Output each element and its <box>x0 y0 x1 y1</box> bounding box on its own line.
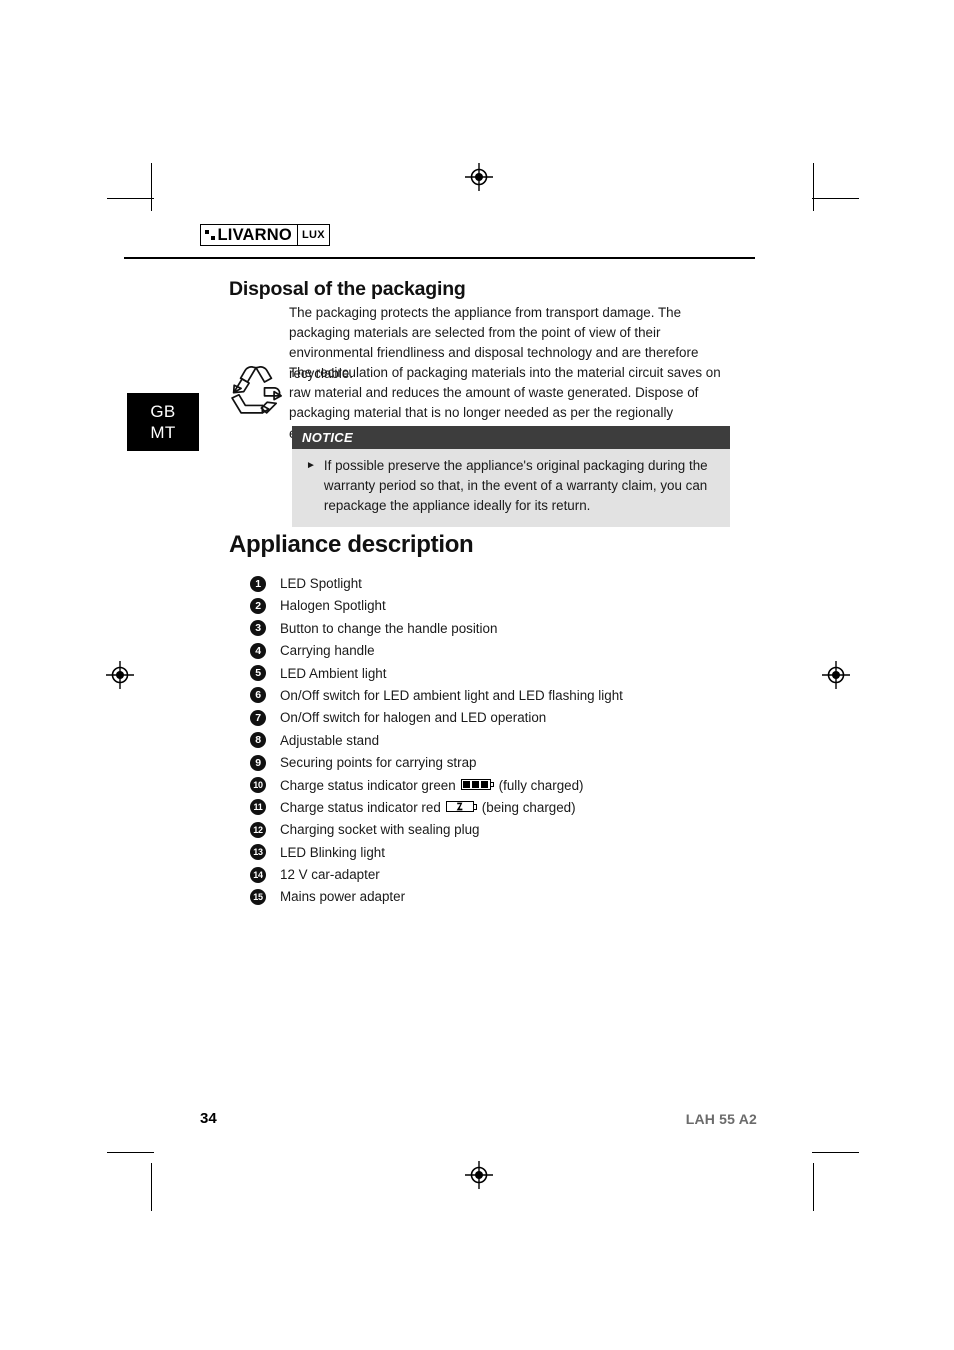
part-label-suffix: (fully charged) <box>498 777 584 793</box>
notice-body: ► If possible preserve the appliance's o… <box>292 449 730 527</box>
list-item: 2 Halogen Spotlight <box>250 595 750 617</box>
part-label: 12 V car-adapter <box>280 867 380 883</box>
language-tab: GB MT <box>127 393 199 451</box>
brand-logo: LIVARNO LUX <box>200 224 330 246</box>
part-number-badge: 5 <box>250 665 266 682</box>
list-item: 3 Button to change the handle position <box>250 618 750 640</box>
part-label: LED Blinking light <box>280 844 385 860</box>
part-number-badge: 6 <box>250 687 266 704</box>
battery-full-icon <box>460 779 494 791</box>
list-item: 7 On/Off switch for halogen and LED oper… <box>250 707 750 729</box>
part-label: Adjustable stand <box>280 732 380 748</box>
recycling-mobius-loop-icon <box>231 366 282 414</box>
part-number-badge: 14 <box>250 866 266 883</box>
part-number-badge: 13 <box>250 844 266 861</box>
part-number-badge: 3 <box>250 620 266 637</box>
part-label: On/Off switch for LED ambient light and … <box>280 687 623 703</box>
notice-box: NOTICE ► If possible preserve the applia… <box>292 426 730 527</box>
crop-mark-bottom-left-vertical <box>151 1163 153 1211</box>
part-number-badge: 8 <box>250 732 266 749</box>
crop-mark-top-left-vertical <box>151 163 153 211</box>
list-item: 1 LED Spotlight <box>250 573 750 595</box>
part-number-badge: 11 <box>250 799 266 816</box>
list-item: 6 On/Off switch for LED ambient light an… <box>250 685 750 707</box>
list-item: 15 Mains power adapter <box>250 886 750 908</box>
list-item: 12 Charging socket with sealing plug <box>250 819 750 841</box>
registration-mark-top <box>465 163 493 191</box>
logo-wordmark-group: LIVARNO <box>201 225 297 245</box>
logo-brand-name: LIVARNO <box>217 226 292 244</box>
list-item: 11 Charge status indicator red (being ch… <box>250 797 750 819</box>
language-tab-line-gb: GB <box>150 402 176 421</box>
part-label: Button to change the handle position <box>280 620 498 636</box>
part-number-badge: 12 <box>250 821 266 838</box>
part-number-badge: 10 <box>250 777 266 794</box>
registration-mark-bottom <box>465 1161 493 1189</box>
part-label-group: Charge status indicator red (being charg… <box>280 797 576 818</box>
list-item: 5 LED Ambient light <box>250 663 750 685</box>
registration-mark-left <box>106 661 134 689</box>
appliance-parts-list: 1 LED Spotlight 2 Halogen Spotlight 3 Bu… <box>250 573 750 909</box>
crop-mark-top-right-horizontal <box>812 198 859 200</box>
part-label-group: Charge status indicator green (fully cha… <box>280 775 584 796</box>
list-item: 4 Carrying handle <box>250 640 750 662</box>
part-label: On/Off switch for halogen and LED operat… <box>280 710 547 726</box>
part-label: Charge status indicator green <box>280 777 456 793</box>
notice-title: NOTICE <box>292 426 730 449</box>
part-number-badge: 15 <box>250 888 266 905</box>
part-label: Securing points for carrying strap <box>280 755 477 771</box>
part-number-badge: 1 <box>250 575 266 592</box>
livarno-squares-icon <box>205 230 215 240</box>
crop-mark-top-left-horizontal <box>107 198 154 200</box>
header-divider-rule <box>124 257 755 260</box>
part-number-badge: 4 <box>250 642 266 659</box>
notice-text: If possible preserve the appliance's ori… <box>323 458 708 514</box>
crop-mark-bottom-left-horizontal <box>107 1152 154 1154</box>
logo-sub-brand: LUX <box>296 225 329 245</box>
disposal-heading: Disposal of the packaging <box>229 278 466 300</box>
registration-mark-right <box>822 661 850 689</box>
part-label: LED Spotlight <box>280 576 362 591</box>
list-item: 13 LED Blinking light <box>250 842 750 864</box>
part-label: Mains power adapter <box>280 889 406 905</box>
list-item: 14 12 V car-adapter <box>250 864 750 886</box>
part-number-badge: 9 <box>250 754 266 771</box>
battery-charging-icon <box>445 801 477 813</box>
part-number-badge: 2 <box>250 597 266 614</box>
document-page: LIVARNO LUX GB MT Disposal of the packag… <box>0 0 954 1350</box>
language-tab-line-mt: MT <box>150 423 176 442</box>
appliance-description-heading: Appliance description <box>229 531 474 558</box>
list-item: 8 Adjustable stand <box>250 730 750 752</box>
crop-mark-top-right-vertical <box>813 163 815 211</box>
footer-model-name: LAH 55 A2 <box>685 1111 757 1127</box>
part-label-suffix: (being charged) <box>481 799 576 815</box>
notice-bullet-arrow-icon: ► <box>306 460 316 471</box>
crop-mark-bottom-right-horizontal <box>812 1152 859 1154</box>
part-label: LED Ambient light <box>280 665 387 681</box>
crop-mark-bottom-right-vertical <box>813 1163 815 1211</box>
part-label: Carrying handle <box>280 643 375 659</box>
list-item: 9 Securing points for carrying strap <box>250 752 750 774</box>
footer-page-number: 34 <box>200 1110 217 1127</box>
part-label: Halogen Spotlight <box>280 598 386 614</box>
part-label: Charge status indicator red <box>280 799 441 815</box>
list-item: 10 Charge status indicator green (fully … <box>250 775 750 797</box>
part-number-badge: 7 <box>250 709 266 726</box>
part-label: Charging socket with sealing plug <box>280 822 480 838</box>
